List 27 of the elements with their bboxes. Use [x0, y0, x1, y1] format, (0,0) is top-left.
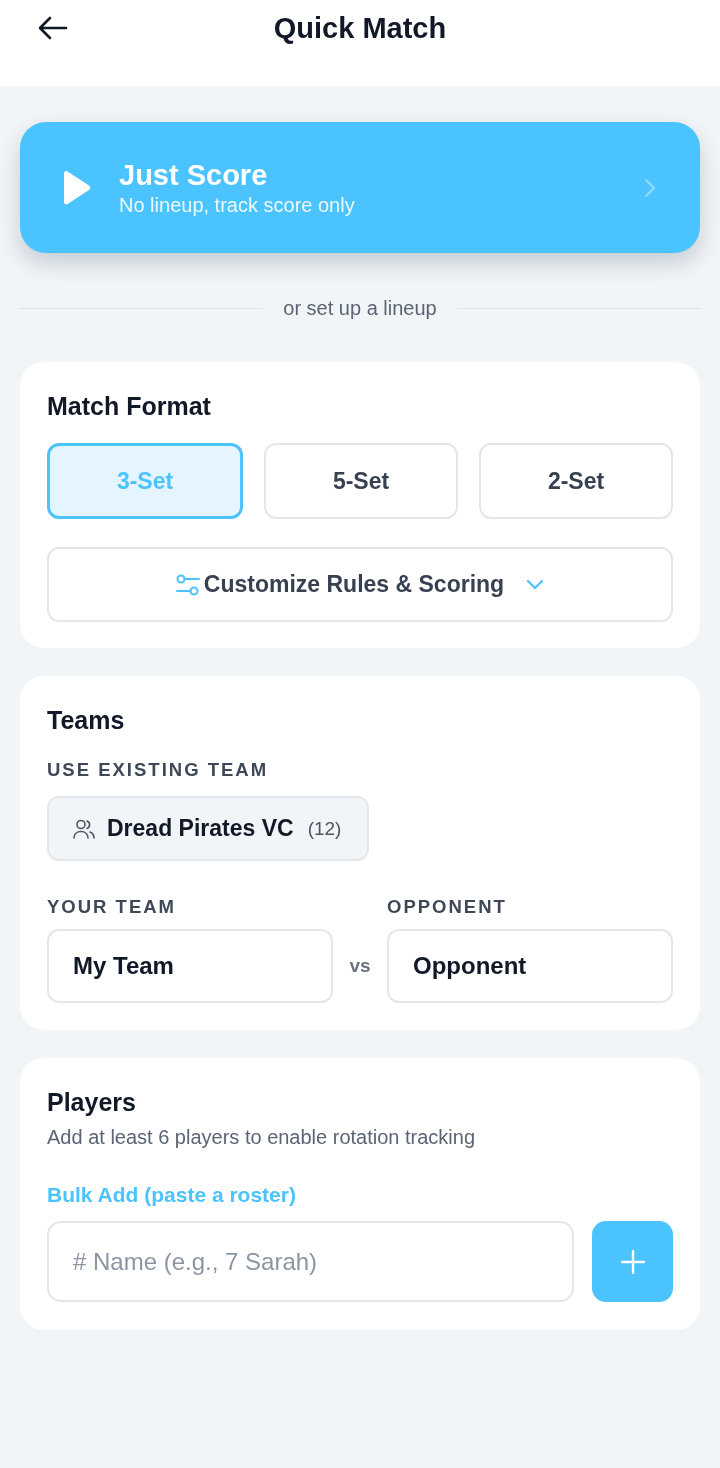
chevron-right-icon	[644, 177, 656, 198]
format-option[interactable]: 5-Set	[264, 443, 458, 519]
team-name: Dread Pirates VC	[107, 815, 294, 842]
field-label: OPPONENT	[387, 896, 507, 917]
team-chip[interactable]: Dread Pirates VC (12)	[47, 796, 370, 861]
player-count: (12)	[307, 817, 342, 840]
just-score-subtitle: No lineup, track score only	[119, 192, 356, 218]
page-title: Quick Match	[273, 11, 447, 46]
users-icon	[73, 818, 95, 839]
divider-label: or set up a lineup	[283, 296, 437, 320]
field-label: YOUR TEAM	[47, 896, 176, 917]
section-title: Players	[47, 1087, 136, 1118]
team-name-field[interactable]: My Team	[47, 929, 333, 1003]
format-option[interactable]: 2-Set	[479, 443, 673, 519]
customize-rules-button[interactable]: Customize Rules & Scoring	[47, 547, 673, 622]
vs-label: vs	[349, 955, 371, 977]
player-name-field[interactable]: # Name (e.g., 7 Sarah)	[47, 1221, 574, 1302]
back-arrow-icon	[38, 16, 68, 40]
section-title: Teams	[47, 705, 125, 736]
sliders-icon	[175, 573, 200, 596]
opponent-name-field[interactable]: Opponent	[387, 929, 673, 1003]
section-title: Match Format	[47, 391, 211, 422]
plus-icon	[620, 1249, 645, 1274]
players-hint: Add at least 6 players to enable rotation tracking	[47, 1125, 477, 1150]
field-label: USE EXISTING TEAM	[47, 759, 269, 780]
just-score-title: Just Score	[119, 157, 269, 192]
chevron-down-icon	[526, 579, 545, 590]
